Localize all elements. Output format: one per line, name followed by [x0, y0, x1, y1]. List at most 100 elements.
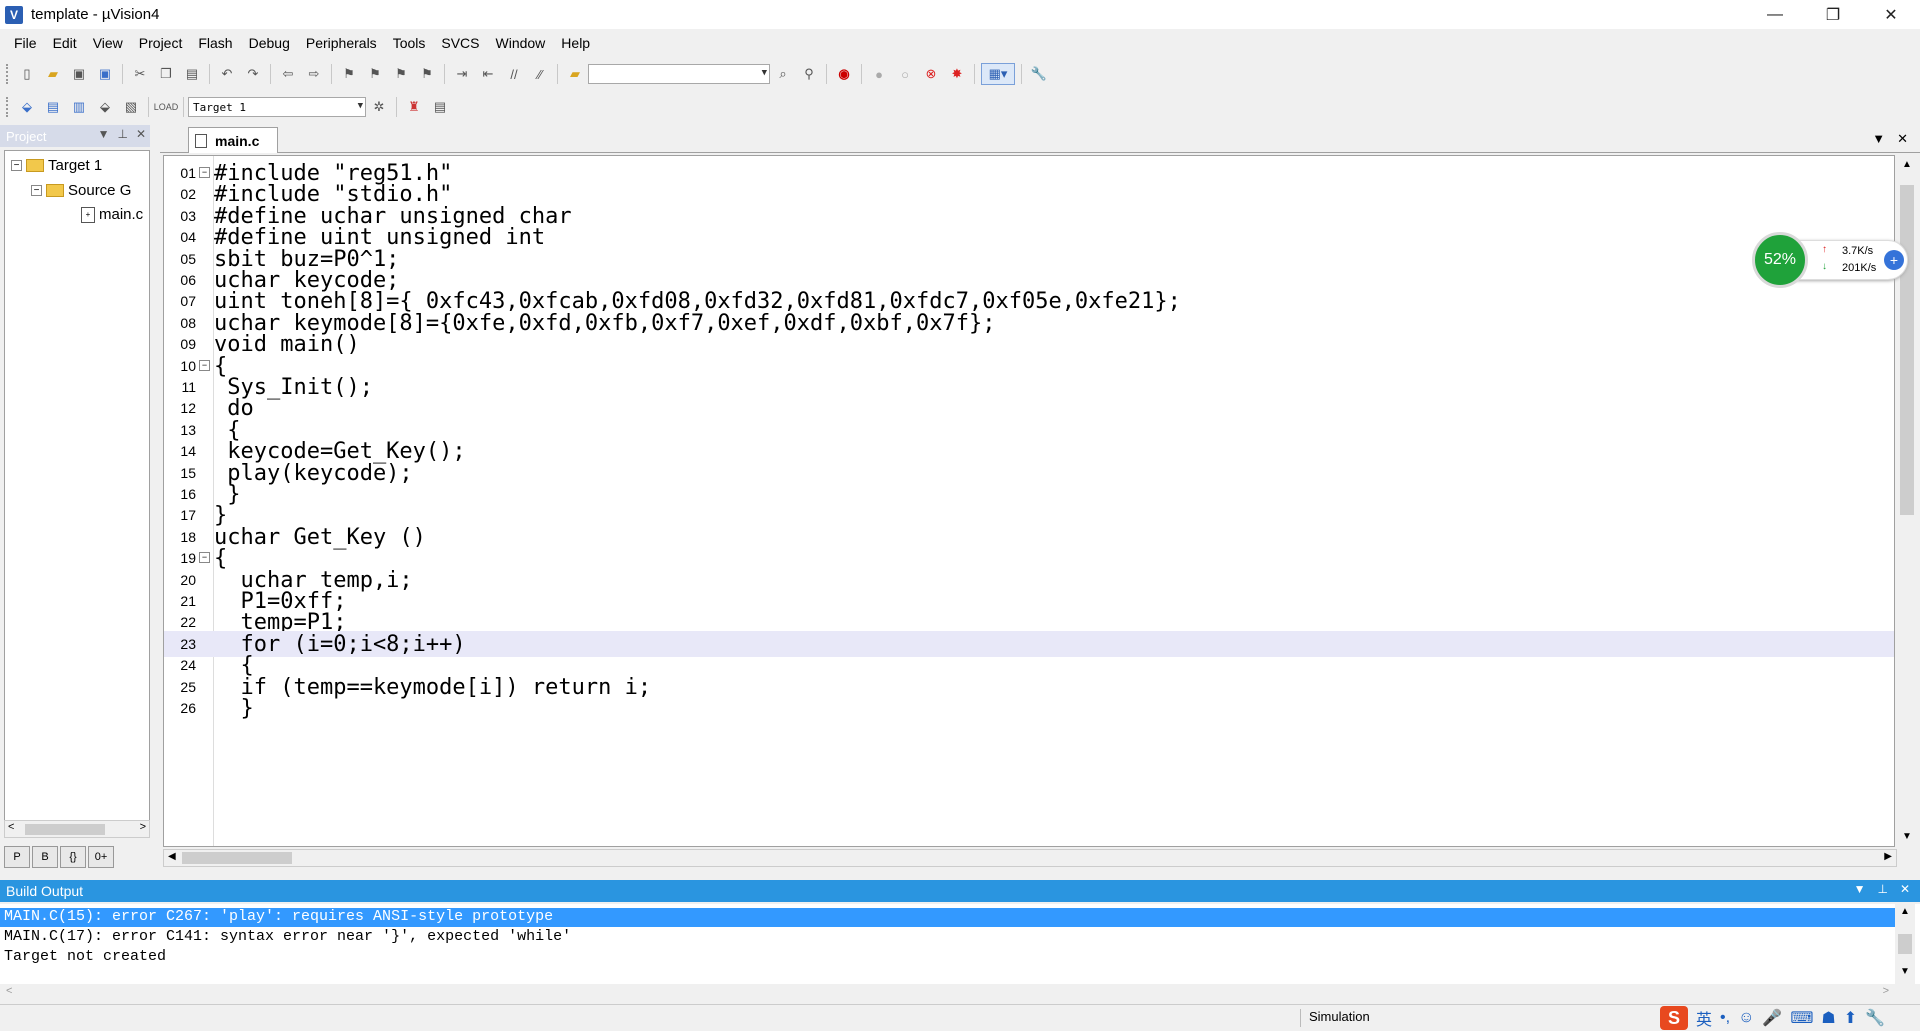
dropdown-icon[interactable]: ▼ — [1854, 882, 1866, 896]
nav-back-icon[interactable]: ⇦ — [277, 63, 299, 85]
tab-project[interactable]: P — [4, 846, 30, 868]
user-icon[interactable]: ☗ — [1821, 1008, 1835, 1028]
menu-svcs[interactable]: SVCS — [433, 32, 487, 54]
scroll-right-icon[interactable]: ▶ — [1884, 851, 1892, 862]
menu-window[interactable]: Window — [488, 32, 554, 54]
nav-forward-icon[interactable]: ⇨ — [303, 63, 325, 85]
tab-templates[interactable]: 0+ — [88, 846, 114, 868]
fold-toggle-icon[interactable]: − — [199, 359, 210, 371]
build-message-line[interactable]: MAIN.C(17): error C141: syntax error nea… — [0, 928, 1895, 947]
ime-language-indicator[interactable]: 英 — [1696, 1006, 1712, 1030]
plus-icon[interactable]: + — [1884, 250, 1904, 270]
find-in-files-icon[interactable]: ▰ — [564, 63, 586, 85]
batch-build-icon[interactable]: ⬙ — [94, 96, 116, 118]
punctuation-icon[interactable]: •, — [1720, 1009, 1730, 1027]
copy-icon[interactable]: ❐ — [155, 63, 177, 85]
fold-toggle-icon[interactable]: − — [199, 552, 210, 564]
usage-percent-circle[interactable]: 52% — [1752, 232, 1808, 288]
kill-breakpoints-icon[interactable]: ✸ — [946, 63, 968, 85]
unindent-icon[interactable]: ⇤ — [477, 63, 499, 85]
stop-build-icon[interactable]: ▧ — [120, 96, 142, 118]
scroll-up-icon[interactable]: ▲ — [1900, 906, 1910, 917]
bookmark-toggle-icon[interactable]: ⚑ — [338, 63, 360, 85]
menu-flash[interactable]: Flash — [190, 32, 240, 54]
editor-horizontal-scrollbar[interactable]: ◀ ▶ — [163, 849, 1897, 867]
toolbar-grip[interactable] — [6, 64, 10, 84]
code-editor[interactable]: 01− #include "reg51.h" 02 #include "stdio.h… — [163, 155, 1895, 847]
keyboard-icon[interactable]: ⌨ — [1790, 1008, 1813, 1028]
skin-icon[interactable]: ⬆ — [1844, 1008, 1857, 1028]
scroll-up-icon[interactable]: ▲ — [1897, 159, 1917, 170]
scroll-thumb[interactable] — [25, 824, 105, 835]
pin-icon[interactable]: ⊥ — [1877, 882, 1887, 896]
tree-item-target[interactable]: − Target 1 — [11, 157, 102, 174]
bookmark-prev-icon[interactable]: ⚑ — [364, 63, 386, 85]
configure-icon[interactable]: 🔧 — [1028, 63, 1050, 85]
menu-tools[interactable]: Tools — [385, 32, 434, 54]
disable-breakpoints-icon[interactable]: ⊗ — [920, 63, 942, 85]
bookmark-next-icon[interactable]: ⚑ — [390, 63, 412, 85]
enable-breakpoint-icon[interactable]: ○ — [894, 63, 916, 85]
file-extensions-icon[interactable]: ▤ — [429, 96, 451, 118]
dropdown-icon[interactable]: ▼ — [98, 127, 110, 141]
incremental-find-icon[interactable]: ⚲ — [798, 63, 820, 85]
scroll-down-icon[interactable]: ▼ — [1897, 831, 1917, 842]
emoji-icon[interactable]: ☺ — [1738, 1009, 1754, 1027]
scroll-thumb[interactable] — [1898, 934, 1912, 954]
tab-main-c[interactable]: main.c — [188, 127, 278, 153]
menu-edit[interactable]: Edit — [45, 32, 85, 54]
open-file-icon[interactable]: ▰ — [42, 63, 64, 85]
tab-list-icon[interactable]: ▼ — [1872, 131, 1885, 147]
build-message-line[interactable]: Target not created — [0, 948, 1895, 967]
collapse-icon[interactable]: − — [11, 160, 22, 171]
build-vertical-scrollbar[interactable]: ▲ ▼ — [1895, 904, 1915, 984]
scroll-right-icon[interactable]: > — [1883, 985, 1889, 997]
build-output-window[interactable]: MAIN.C(15): error C267: 'play': requires… — [0, 904, 1920, 984]
close-icon[interactable]: ✕ — [1897, 131, 1908, 147]
scroll-thumb[interactable] — [182, 852, 292, 864]
tools-icon[interactable]: 🔧 — [1865, 1008, 1885, 1028]
manage-components-icon[interactable]: ♜ — [403, 96, 425, 118]
translate-icon[interactable]: ⬙ — [16, 96, 38, 118]
close-icon[interactable]: ✕ — [1900, 882, 1910, 896]
menu-view[interactable]: View — [85, 32, 131, 54]
save-all-icon[interactable]: ▣ — [94, 63, 116, 85]
window-layout-icon[interactable]: ▦▾ — [981, 63, 1015, 85]
build-horizontal-scrollbar[interactable]: < > — [0, 984, 1895, 1002]
scroll-left-icon[interactable]: < — [8, 821, 14, 833]
find-combo[interactable]: ▼ — [588, 64, 770, 84]
target-select[interactable]: Target 1 ▼ — [188, 97, 366, 117]
comment-icon[interactable]: // — [503, 63, 525, 85]
tree-item-source-group[interactable]: − Source G — [31, 182, 131, 199]
paste-icon[interactable]: ▤ — [181, 63, 203, 85]
microphone-icon[interactable]: 🎤 — [1762, 1008, 1782, 1028]
network-speed-widget[interactable]: 52% ↑ 3.7K/s ↓ 201K/s + — [1752, 232, 1912, 288]
pin-icon[interactable]: ⊥ — [117, 127, 127, 141]
close-button[interactable]: ✕ — [1862, 0, 1920, 29]
target-options-icon[interactable]: ✲ — [368, 96, 390, 118]
rebuild-icon[interactable]: ▥ — [68, 96, 90, 118]
menu-project[interactable]: Project — [131, 32, 191, 54]
menu-file[interactable]: File — [6, 32, 45, 54]
restore-button[interactable]: ❐ — [1804, 0, 1862, 29]
menu-peripherals[interactable]: Peripherals — [298, 32, 385, 54]
build-icon[interactable]: ▤ — [42, 96, 64, 118]
insert-breakpoint-icon[interactable]: ● — [868, 63, 890, 85]
load-download-icon[interactable]: LOAD — [154, 96, 179, 118]
project-horizontal-scrollbar[interactable]: < > — [4, 820, 150, 838]
cut-icon[interactable]: ✂ — [129, 63, 151, 85]
code-line[interactable]: 26 } — [164, 695, 1894, 721]
collapse-icon[interactable]: − — [31, 185, 42, 196]
undo-icon[interactable]: ↶ — [216, 63, 238, 85]
sogou-logo-icon[interactable]: S — [1660, 1006, 1688, 1030]
tab-functions[interactable]: {} — [60, 846, 86, 868]
tab-books[interactable]: B — [32, 846, 58, 868]
redo-icon[interactable]: ↷ — [242, 63, 264, 85]
bookmark-clear-icon[interactable]: ⚑ — [416, 63, 438, 85]
fold-toggle-icon[interactable]: − — [199, 167, 210, 178]
new-file-icon[interactable]: ▯ — [16, 63, 38, 85]
menu-debug[interactable]: Debug — [241, 32, 298, 54]
scroll-down-icon[interactable]: ▼ — [1900, 966, 1910, 977]
build-message-line[interactable]: MAIN.C(15): error C267: 'play': requires… — [0, 908, 1895, 927]
scroll-left-icon[interactable]: < — [6, 985, 12, 997]
